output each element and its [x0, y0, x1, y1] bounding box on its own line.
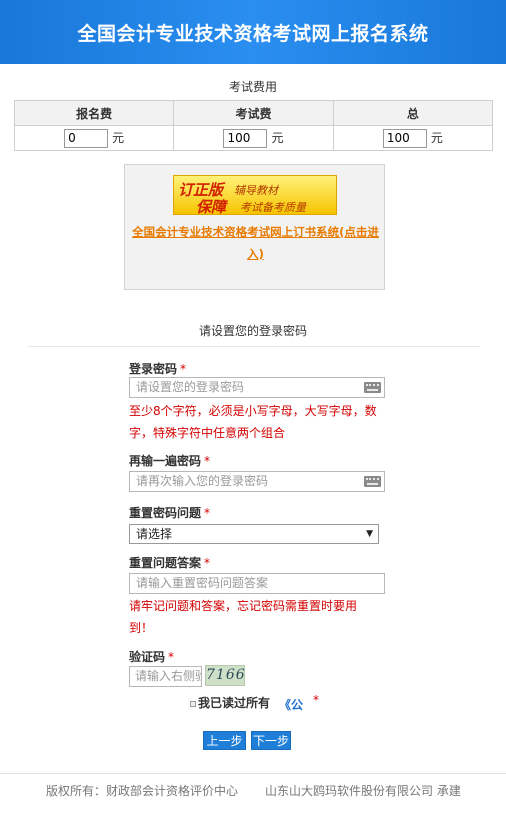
footer-developer: 山东山大鸥玛软件股份有限公司 承建 — [265, 784, 461, 798]
agreement-checkbox[interactable] — [190, 700, 196, 707]
fee-header-registration: 报名费 — [13, 100, 175, 126]
fee-unit: 元 — [430, 130, 443, 145]
agreement-row: 我已读过所有 — [190, 694, 270, 711]
section-divider — [28, 346, 480, 347]
required-mark: * — [204, 556, 211, 570]
book-order-link[interactable]: 全国会计专业技术资格考试网上订书系统(点击进入) — [127, 221, 384, 265]
password-confirm-label: 再输一遍密码 * — [129, 452, 210, 469]
footer-divider — [0, 773, 506, 774]
required-mark: * — [168, 650, 175, 664]
required-mark: * — [313, 693, 319, 707]
reset-answer-label: 重置问题答案 * — [129, 554, 210, 571]
registration-fee-input[interactable] — [64, 128, 109, 148]
fee-cell-total: 元 — [332, 125, 494, 151]
password-placeholder: 请设置您的登录密码 — [136, 380, 245, 394]
exam-fee-input[interactable] — [223, 128, 268, 148]
captcha-label: 验证码 * — [129, 648, 174, 665]
reset-question-label: 重置密码问题 * — [129, 504, 210, 521]
required-mark: * — [204, 506, 211, 520]
fee-header-total: 总 — [332, 100, 494, 126]
book-order-ad: 订正版 辅导教材 保障 考试备考质量 全国会计专业技术资格考试网上订书系统(点击… — [124, 164, 385, 290]
prev-step-button[interactable]: 上一步 — [203, 731, 246, 750]
required-mark: * — [204, 454, 211, 468]
reset-answer-input[interactable]: 请输入重置密码问题答案 — [129, 573, 385, 594]
fee-caption: 考试费用 — [228, 80, 277, 94]
fee-unit: 元 — [271, 130, 284, 145]
next-step-button[interactable]: 下一步 — [251, 731, 291, 750]
password-label: 登录密码 * — [129, 360, 186, 377]
reset-answer-placeholder: 请输入重置密码问题答案 — [136, 576, 269, 590]
ad-banner-text: 保障 — [196, 198, 227, 216]
fee-unit: 元 — [112, 130, 125, 145]
reset-question-label-text: 重置密码问题 — [129, 506, 202, 520]
fee-value-row: 元 元 元 — [13, 125, 494, 151]
dropdown-arrow-icon: ▼ — [366, 529, 373, 539]
reset-answer-hint: 请牢记问题和答案，忘记密码需重置时要用到！ — [129, 599, 358, 635]
captcha-label-text: 验证码 — [129, 650, 166, 664]
reset-answer-label-text: 重置问题答案 — [129, 556, 202, 570]
password-label-text: 登录密码 — [129, 362, 178, 376]
fee-table: 报名费 考试费 总 元 元 元 — [13, 100, 494, 151]
password-confirm-placeholder: 请再次输入您的登录密码 — [136, 474, 269, 488]
ad-banner-text: 辅导教材 — [234, 184, 278, 197]
section-title: 请设置您的登录密码 — [198, 324, 307, 338]
required-mark: * — [180, 362, 187, 376]
captcha-image[interactable]: 7166 — [205, 665, 245, 686]
captcha-input[interactable]: 请输入右侧验证码 — [129, 666, 202, 687]
fee-header-row: 报名费 考试费 总 — [13, 100, 494, 126]
password-hint: 至少8个字符，必须是小写字母，大写字母，数字，特殊字符中任意两个组合 — [129, 404, 377, 440]
password-confirm-input[interactable]: 请再次输入您的登录密码 — [129, 471, 385, 492]
page-title: 全国会计专业技术资格考试网上报名系统 — [77, 22, 429, 45]
fee-header-exam: 考试费 — [173, 100, 334, 126]
total-fee-input[interactable] — [382, 128, 427, 148]
ad-banner-text: 考试备考质量 — [240, 201, 306, 214]
fee-cell-registration: 元 — [13, 125, 175, 151]
password-confirm-label-text: 再输一遍密码 — [129, 454, 202, 468]
page-header: 全国会计专业技术资格考试网上报名系统 — [0, 0, 506, 64]
reset-question-select[interactable]: 请选择 ▼ — [129, 524, 379, 544]
captcha-placeholder: 请输入右侧验证码 — [135, 669, 201, 683]
ad-banner-image[interactable]: 订正版 辅导教材 保障 考试备考质量 — [173, 175, 337, 216]
keyboard-icon[interactable] — [364, 382, 381, 393]
reset-question-selected: 请选择 — [136, 527, 173, 541]
keyboard-icon[interactable] — [364, 476, 381, 487]
fee-cell-exam: 元 — [173, 125, 334, 151]
agreement-text: 我已读过所有 — [198, 696, 271, 710]
password-input[interactable]: 请设置您的登录密码 — [129, 377, 385, 398]
footer-copyright: 版权所有：财政部会计资格评价中心 — [46, 784, 239, 798]
agreement-link[interactable]: 《公 — [279, 696, 303, 713]
